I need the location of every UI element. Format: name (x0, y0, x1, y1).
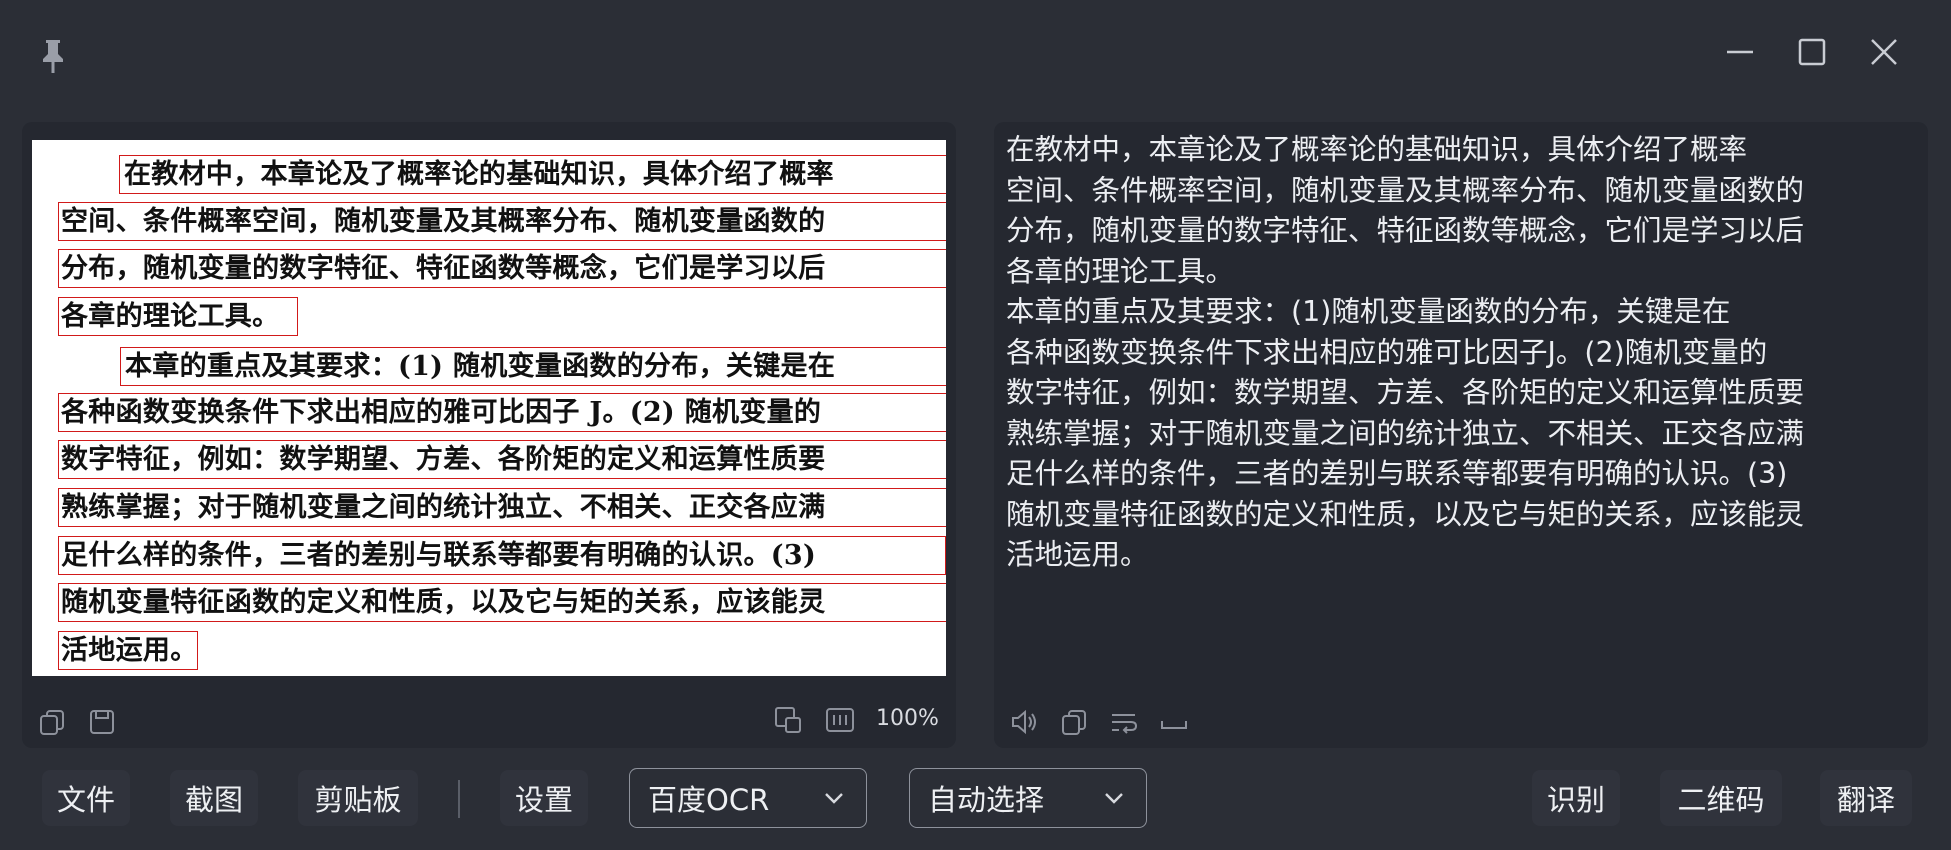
copy-icon (1062, 710, 1086, 735)
wrap-icon (1112, 714, 1138, 734)
ocr-mode-icon (826, 708, 854, 732)
save-icon (90, 710, 114, 734)
text-region: 在教材中，本章论及了概率论的基础知识，具体介绍了概率 (119, 155, 946, 194)
copy-image-button[interactable] (36, 706, 68, 738)
text-region: 足什么样的条件，三者的差别与联系等都要有明确的认识。(3) (58, 536, 946, 575)
text-region: 数字特征，例如：数学期望、方差、各阶矩的定义和运算性质要 (58, 440, 946, 479)
text-region: 空间、条件概率空间，随机变量及其概率分布、随机变量函数的 (58, 202, 946, 241)
text-region: 各种函数变换条件下求出相应的雅可比因子 J。(2) 随机变量的 (58, 393, 946, 432)
remove-space-button[interactable] (1158, 706, 1190, 738)
text-region: 分布，随机变量的数字特征、特征函数等概念，它们是学习以后 (58, 249, 946, 288)
copy-text-button[interactable] (1058, 706, 1090, 738)
ocr-result-text[interactable]: 在教材中，本章论及了概率论的基础知识，具体介绍了概率 空间、条件概率空间，随机变… (1006, 130, 1906, 576)
qrcode-button[interactable]: 二维码 (1660, 770, 1782, 826)
merge-lines-button[interactable] (1108, 706, 1140, 738)
maximize-icon (1798, 38, 1826, 66)
minimize-icon (1727, 50, 1753, 54)
pin-icon (43, 40, 63, 73)
ocr-mode-button[interactable] (824, 704, 856, 736)
clipboard-button[interactable]: 剪贴板 (298, 770, 418, 826)
toolbar-divider (458, 780, 460, 818)
copy-icon (40, 710, 64, 735)
text-region: 随机变量特征函数的定义和性质，以及它与矩的关系，应该能灵 (58, 583, 946, 622)
chevron-down-icon (1105, 793, 1123, 804)
zoom-level: 100% (876, 706, 939, 731)
text-region: 熟练掌握；对于随机变量之间的统计独立、不相关、正交各应满 (58, 488, 946, 527)
ocr-engine-select[interactable]: 百度OCR (629, 768, 867, 828)
read-aloud-button[interactable] (1008, 706, 1040, 738)
language-select[interactable]: 自动选择 (909, 768, 1147, 828)
minimize-button[interactable] (1716, 30, 1764, 74)
settings-button[interactable]: 设置 (500, 770, 588, 826)
pin-button[interactable] (36, 36, 70, 76)
screenshot-button[interactable]: 截图 (170, 770, 258, 826)
language-value: 自动选择 (928, 783, 1045, 817)
text-region: 各章的理论工具。 (58, 297, 298, 336)
ocr-engine-value: 百度OCR (648, 783, 770, 817)
save-image-button[interactable] (86, 706, 118, 738)
text-region: 本章的重点及其要求：(1) 随机变量函数的分布，关键是在 (120, 347, 946, 386)
speaker-icon (1012, 709, 1036, 735)
source-document-image: 在教材中，本章论及了概率论的基础知识，具体介绍了概率 空间、条件概率空间，随机变… (32, 140, 946, 676)
text-region: 活地运用。 (58, 631, 198, 670)
recognize-button[interactable]: 识别 (1532, 770, 1620, 826)
close-icon (1871, 39, 1897, 65)
maximize-button[interactable] (1788, 30, 1836, 74)
multi-select-button[interactable] (772, 704, 804, 736)
chevron-down-icon (825, 793, 843, 804)
space-icon (1161, 721, 1187, 729)
translate-button[interactable]: 翻译 (1820, 770, 1912, 826)
file-button[interactable]: 文件 (42, 770, 130, 826)
multi-copy-icon (775, 707, 801, 733)
close-button[interactable] (1860, 30, 1908, 74)
